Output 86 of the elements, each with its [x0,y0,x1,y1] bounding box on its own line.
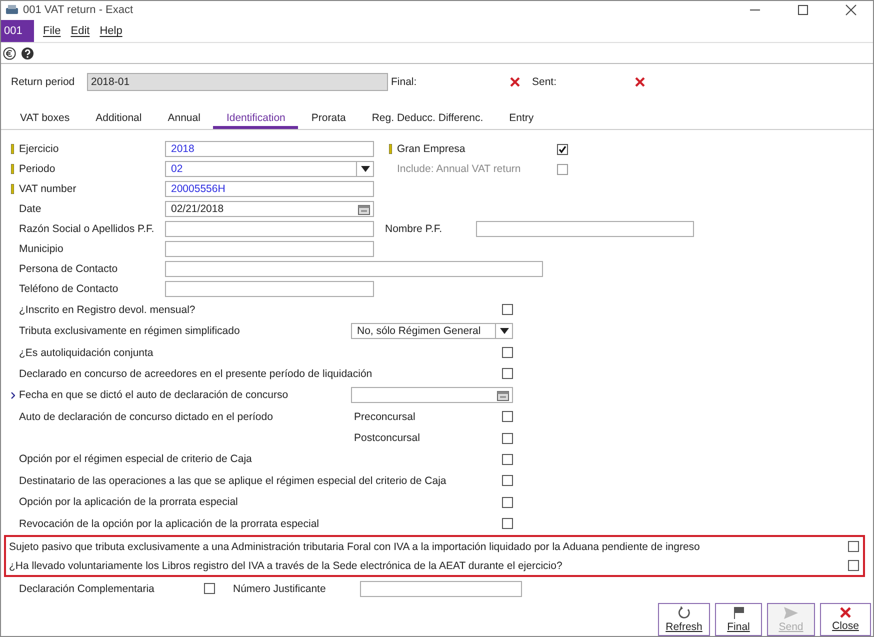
option-label: Opción por el régimen especial de criterio de Caja [19,453,252,466]
tab[interactable]: Prorata [298,110,359,130]
required-marker-icon [389,144,392,154]
required-marker-icon [11,144,14,154]
option-label: ¿Ha llevado voluntariamente los Libros registro del IVA a través de la Sede electrónica de la AEAT durante el ejercicio? [9,560,564,572]
close-button[interactable]: Close [820,603,871,636]
checkbox[interactable] [502,347,513,358]
option-label: Preconcursal [353,410,416,423]
option-label: Tributa exclusivamente en régimen simplificado [19,325,240,338]
checkbox[interactable] [502,454,513,465]
input-field[interactable] [360,580,522,597]
tab[interactable]: Annual [154,110,214,130]
menu-item[interactable]: Edit [66,20,95,42]
help-icon[interactable] [21,46,34,60]
checkbox[interactable] [502,475,513,486]
field-label: Return period [11,76,76,88]
dropdown-field[interactable]: 02 [165,161,374,178]
final-button[interactable]: Final [715,603,762,636]
field-label: Date [19,203,42,216]
flag-icon [732,606,744,619]
field-label: Nombre P.F. [385,223,443,236]
checkbox[interactable] [502,411,513,422]
field-label: Periodo [19,163,56,176]
calendar-icon[interactable] [497,390,509,401]
input-field[interactable] [165,261,543,278]
window-title: 001 VAT return - Exact [23,4,134,16]
checkbox[interactable] [557,144,568,155]
tab[interactable]: Entry [496,110,547,130]
checkbox[interactable] [848,560,859,572]
input-field[interactable]: 2018 [165,141,374,158]
option-label: Revocación de la opción por la aplicación de la prorrata especial [19,518,320,530]
field-label: Número Justificante [233,582,327,595]
input-field[interactable] [476,221,694,238]
input-field[interactable]: 20005556H [165,181,374,198]
option-label: Declarado en concurso de acreedores en el presente período de liquidación [19,368,372,380]
checkbox[interactable] [204,583,215,594]
checkbox[interactable] [848,541,859,552]
input-field[interactable]: 2018-01 [87,73,388,92]
menu-item[interactable]: Help [94,20,128,42]
field-label: Ejercicio [19,143,60,156]
field-label: Teléfono de Contacto [19,283,120,296]
option-label: ¿Es autoliquidación conjunta [19,346,154,358]
calendar-icon[interactable] [358,204,370,215]
close-icon [840,607,851,618]
checkbox[interactable] [502,496,513,508]
option-label: ¿Inscrito en Registro devol. mensual? [19,304,196,316]
dropdown-caret-icon[interactable] [356,162,373,176]
field-label: VAT number [19,183,78,196]
option-label: Auto de declaración de concurso dictado en el período [19,410,273,423]
tab[interactable]: Reg. Deducc. Differenc. [358,110,496,130]
input-field[interactable] [165,281,374,298]
date-field[interactable]: 02/21/2018 [165,201,374,218]
field-label: Declaración Complementaria [19,582,156,595]
required-marker-icon [11,164,14,174]
checkbox[interactable] [502,518,513,530]
refresh-icon [678,606,690,619]
date-field[interactable] [351,387,513,404]
input-field[interactable] [165,241,374,258]
dropdown-field[interactable]: No, sólo Régimen General [351,323,513,340]
field-label: Municipio [19,243,64,256]
app-icon [5,4,19,16]
option-label: Sujeto pasivo que tributa exclusivamente a una Administración tributaria Foral con IVA a la importación liquidado por la Aduana pendiente de ingreso [9,540,701,553]
field-label: Gran Empresa [397,143,466,156]
field-label: Razón Social o Apellidos P.F. [19,223,156,236]
euro-icon[interactable] [3,46,16,60]
input-field[interactable] [165,221,374,238]
option-label: Fecha en que se dictó el auto de declaración de concurso [19,389,288,402]
required-marker-icon [11,184,14,194]
field-label: Include: Annual VAT return [397,163,522,176]
flag-label: Final: [391,76,418,88]
refresh-button[interactable]: Refresh [658,603,710,636]
checkbox[interactable] [502,432,513,444]
dropdown-caret-icon[interactable] [495,324,512,338]
field-label: Persona de Contacto [19,263,119,276]
option-label: Postconcursal [353,432,421,444]
flag-label: Sent: [532,76,558,88]
send-icon [784,606,798,618]
menu-item[interactable]: File [38,20,66,42]
tab[interactable]: VAT boxes [7,110,83,130]
checkbox[interactable] [502,304,513,316]
option-label: Opción por la aplicación de la prorrata especial [19,496,238,508]
tab[interactable]: Identification [213,110,298,130]
checkbox[interactable] [502,368,513,380]
option-label: Destinatario de las operaciones a las que se aplique el régimen especial del criterio de Caja [19,474,446,487]
tab[interactable]: Additional [82,110,155,130]
module-badge: 001 [1,20,34,42]
